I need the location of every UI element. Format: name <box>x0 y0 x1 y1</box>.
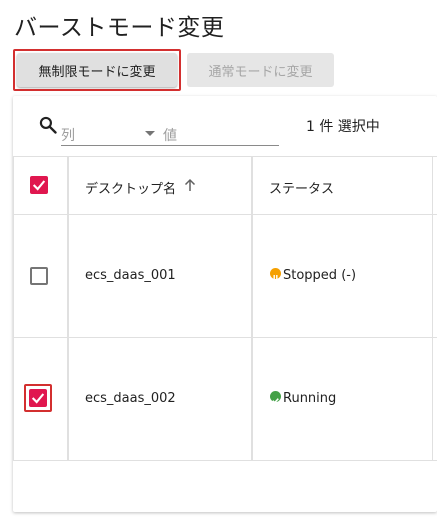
normal-mode-button[interactable]: 通常モードに変更 <box>187 53 334 87</box>
pause-circle-icon <box>270 268 281 280</box>
check-icon <box>32 180 46 191</box>
column-header-desktop-name[interactable]: デスクトップ名 <box>85 178 176 197</box>
column-divider <box>251 156 253 461</box>
header-divider <box>13 214 437 215</box>
arrow-up-icon[interactable] <box>184 178 196 192</box>
check-icon <box>31 393 45 404</box>
table-top-border <box>13 156 437 157</box>
filter-value-input[interactable] <box>163 122 279 146</box>
status-cell: Running <box>283 391 337 406</box>
column-header-status[interactable]: ステータス <box>269 178 334 197</box>
desktop-table-card <box>13 96 437 512</box>
selection-count: 1 件 選択中 <box>306 119 380 135</box>
desktop-name-cell: ecs_daas_001 <box>85 268 176 283</box>
table-left-border <box>13 156 14 461</box>
select-all-checkbox[interactable] <box>30 176 48 194</box>
filter-column-placeholder: 列 <box>61 128 75 144</box>
status-cell: Stopped (-) <box>283 268 357 283</box>
row-checkbox[interactable] <box>30 267 48 285</box>
row-divider <box>13 460 437 461</box>
chevron-down-icon[interactable] <box>145 131 155 136</box>
search-icon <box>39 116 57 134</box>
row-divider <box>13 337 437 338</box>
filter-value-placeholder: 値 <box>163 128 177 144</box>
page-title: バーストモード変更 <box>14 15 225 41</box>
row-checkbox[interactable] <box>29 389 47 407</box>
check-circle-icon <box>270 391 281 404</box>
burst-mode-page: バーストモード変更 無制限モードに変更 通常モードに変更 列 値 1 件 選択中… <box>0 0 437 518</box>
table-right-border <box>432 156 433 461</box>
column-divider <box>67 156 69 461</box>
unlimited-mode-button[interactable]: 無制限モードに変更 <box>17 53 177 87</box>
desktop-name-cell: ecs_daas_002 <box>85 391 176 406</box>
